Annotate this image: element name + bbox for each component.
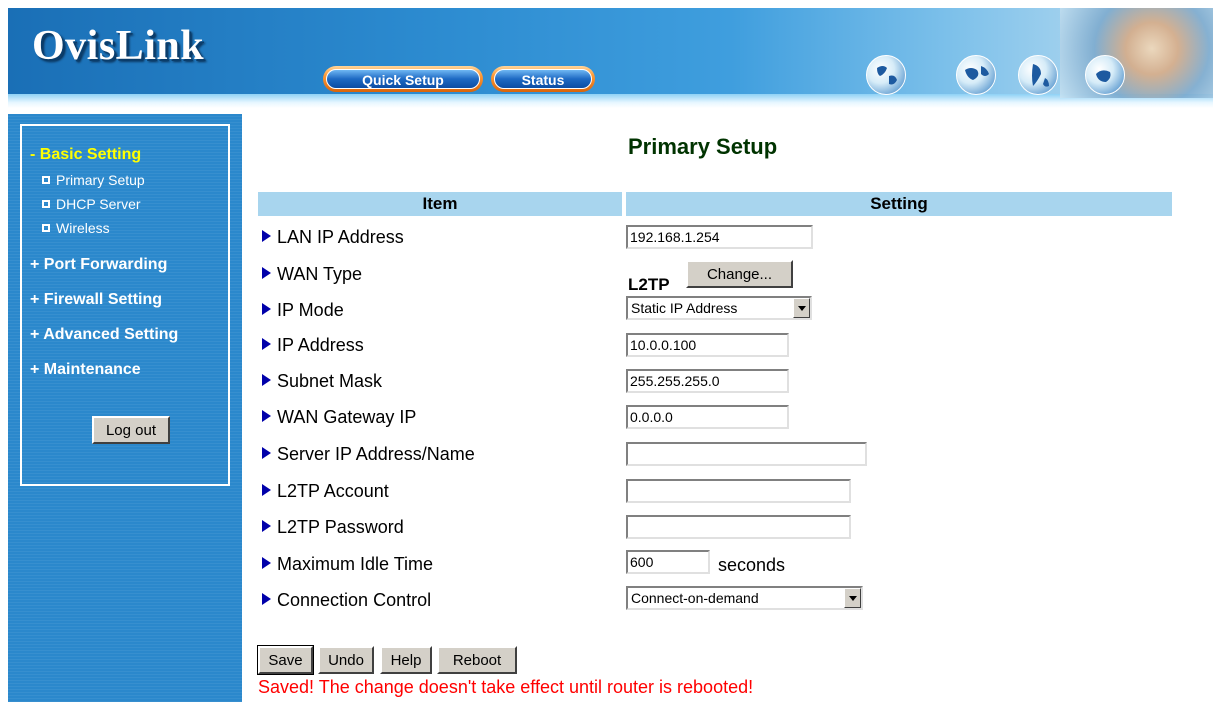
ip-mode-label: IP Mode (262, 298, 344, 322)
server-ip-input[interactable] (626, 442, 867, 466)
ip-address-input[interactable] (626, 333, 789, 357)
sidebar-subitem-dhcp-server[interactable]: DHCP Server (42, 196, 141, 212)
ip-mode-select[interactable]: Static IP Address (626, 296, 812, 320)
reboot-button[interactable]: Reboot (437, 646, 517, 674)
quick-setup-label: Quick Setup (326, 69, 480, 89)
chevron-down-icon[interactable] (844, 588, 861, 608)
arrow-right-icon (262, 484, 271, 496)
status-message: Saved! The change doesn't take effect un… (258, 677, 754, 697)
sidebar-subitem-wireless[interactable]: Wireless (42, 220, 110, 236)
globe-icon (956, 55, 996, 95)
subnet-mask-label: Subnet Mask (262, 369, 382, 393)
square-bullet-icon (42, 176, 50, 184)
l2tp-account-label: L2TP Account (262, 479, 389, 503)
sidebar-item-advanced-setting[interactable]: + Advanced Setting (30, 326, 178, 344)
arrow-right-icon (262, 557, 271, 569)
ip-address-label: IP Address (262, 333, 364, 357)
sidebar-menu: - Basic Setting Primary Setup DHCP Serve… (20, 124, 230, 486)
seconds-unit-label: seconds (718, 555, 786, 575)
header-photo (1060, 8, 1213, 98)
arrow-right-icon (262, 410, 271, 422)
save-button[interactable]: Save (257, 645, 314, 675)
connection-control-select[interactable]: Connect-on-demand (626, 586, 863, 610)
status-label: Status (494, 69, 592, 89)
help-button[interactable]: Help (380, 646, 432, 674)
page-title: Primary Setup (628, 134, 778, 159)
sidebar-item-basic-setting[interactable]: - Basic Setting (30, 146, 141, 164)
status-button[interactable]: Status (491, 66, 595, 92)
chevron-down-icon[interactable] (793, 298, 810, 318)
max-idle-time-label: Maximum Idle Time (262, 552, 433, 576)
arrow-right-icon (262, 447, 271, 459)
arrow-right-icon (262, 230, 271, 242)
globe-icon (1018, 55, 1058, 95)
arrow-right-icon (262, 338, 271, 350)
sidebar-item-maintenance[interactable]: + Maintenance (30, 361, 141, 379)
lan-ip-label: LAN IP Address (262, 225, 404, 249)
connection-control-label: Connection Control (262, 588, 431, 612)
l2tp-account-input[interactable] (626, 479, 851, 503)
server-ip-label: Server IP Address/Name (262, 442, 475, 466)
quick-setup-button[interactable]: Quick Setup (323, 66, 483, 92)
sidebar-item-firewall-setting[interactable]: + Firewall Setting (30, 291, 162, 309)
ovislink-logo: OvisLink (32, 23, 205, 69)
l2tp-password-label: L2TP Password (262, 515, 404, 539)
change-wan-type-button[interactable]: Change... (686, 260, 793, 288)
square-bullet-icon (42, 224, 50, 232)
undo-button[interactable]: Undo (318, 646, 374, 674)
wan-type-label: WAN Type (262, 262, 362, 286)
globe-icon (1085, 55, 1125, 95)
ip-mode-selected: Static IP Address (631, 300, 738, 316)
column-header-item: Item (258, 192, 622, 216)
sidebar: - Basic Setting Primary Setup DHCP Serve… (8, 114, 242, 702)
l2tp-password-input[interactable] (626, 515, 851, 539)
square-bullet-icon (42, 200, 50, 208)
arrow-right-icon (262, 520, 271, 532)
sidebar-subitem-primary-setup[interactable]: Primary Setup (42, 172, 145, 188)
arrow-right-icon (262, 593, 271, 605)
arrow-right-icon (262, 374, 271, 386)
sidebar-item-port-forwarding[interactable]: + Port Forwarding (30, 256, 167, 274)
sidebar-subitem-label: Primary Setup (56, 172, 145, 188)
lan-ip-input[interactable] (626, 225, 813, 249)
arrow-right-icon (262, 303, 271, 315)
subnet-mask-input[interactable] (626, 369, 789, 393)
wan-gateway-input[interactable] (626, 405, 789, 429)
settings-table-header: Item Setting (258, 192, 1172, 216)
header-banner: OvisLink Quick Setup Status (0, 0, 1213, 110)
globe-icon (866, 55, 906, 95)
max-idle-time-input[interactable] (626, 550, 710, 574)
sidebar-subitem-label: Wireless (56, 220, 110, 236)
connection-control-selected: Connect-on-demand (631, 590, 759, 606)
wan-gateway-label: WAN Gateway IP (262, 405, 416, 429)
sidebar-subitem-label: DHCP Server (56, 196, 141, 212)
logout-button[interactable]: Log out (92, 416, 170, 444)
wan-type-value: L2TP (628, 275, 670, 294)
arrow-right-icon (262, 267, 271, 279)
column-header-setting: Setting (626, 192, 1172, 216)
